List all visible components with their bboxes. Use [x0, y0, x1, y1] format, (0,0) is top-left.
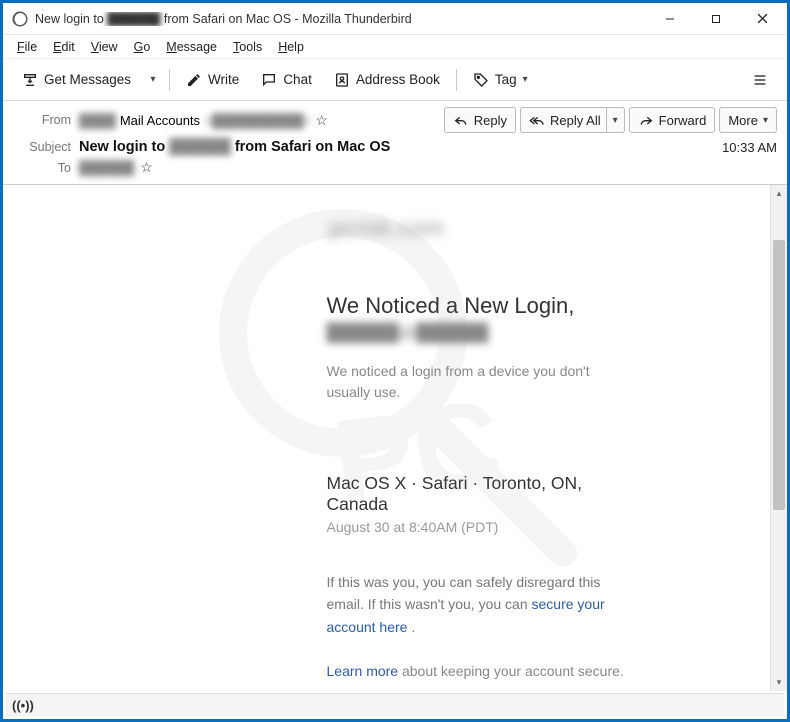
main-toolbar: Get Messages ▾ Write Chat Address Book T…	[3, 59, 787, 101]
chevron-down-icon: ▾	[151, 74, 156, 85]
mail-email-redacted: ██████@██████	[327, 323, 637, 343]
app-menu-button[interactable]	[743, 65, 777, 95]
menubar: File Edit View Go Message Tools Help	[3, 35, 787, 59]
star-contact-icon[interactable]	[315, 112, 328, 129]
from-redacted: ████	[79, 113, 116, 128]
minimize-button[interactable]	[647, 4, 693, 34]
tag-icon	[473, 72, 489, 88]
address-book-icon	[334, 72, 350, 88]
chevron-down-icon: ▾	[763, 115, 768, 126]
mail-logo-redacted: pcrisk.com	[137, 215, 637, 243]
to-label: To	[13, 161, 71, 175]
reply-all-label: Reply All	[550, 113, 601, 128]
write-label: Write	[208, 72, 239, 87]
hamburger-icon	[752, 72, 768, 88]
more-button[interactable]: More ▾	[719, 107, 777, 133]
close-button[interactable]	[739, 4, 785, 34]
address-book-label: Address Book	[356, 72, 440, 87]
menu-message[interactable]: Message	[158, 38, 225, 56]
toolbar-separator	[456, 69, 457, 91]
mail-intro-paragraph: We noticed a login from a device you don…	[327, 361, 637, 403]
window-title: New login to ██████ from Safari on Mac O…	[35, 12, 647, 26]
tag-label: Tag	[495, 72, 517, 87]
toolbar-separator	[169, 69, 170, 91]
menu-edit[interactable]: Edit	[45, 38, 83, 56]
get-messages-dropdown[interactable]: ▾	[144, 65, 162, 95]
mail-heading: We Noticed a New Login,	[327, 293, 637, 319]
mail-timestamp: August 30 at 8:40AM (PDT)	[327, 519, 637, 535]
tag-button[interactable]: Tag ▾	[464, 65, 537, 95]
window-titlebar: New login to ██████ from Safari on Mac O…	[3, 3, 787, 35]
download-icon	[22, 72, 38, 88]
from-label: From	[13, 113, 71, 127]
forward-icon	[638, 112, 654, 128]
subject-label: Subject	[13, 140, 71, 154]
mail-note-paragraph: If this was you, you can safely disregar…	[327, 571, 637, 638]
maximize-button[interactable]	[693, 4, 739, 34]
menu-help[interactable]: Help	[270, 38, 312, 56]
chat-button[interactable]: Chat	[252, 65, 321, 95]
scroll-down-arrow[interactable]: ▾	[771, 674, 787, 691]
more-label: More	[728, 113, 758, 128]
message-header: From ████ Mail Accounts <██████████> Rep…	[3, 101, 787, 185]
learn-more-link[interactable]: Learn more	[327, 663, 399, 679]
app-icon	[11, 10, 29, 28]
pencil-icon	[186, 72, 202, 88]
from-address-redacted: <██████████>	[204, 113, 311, 128]
to-redacted: ██████	[79, 160, 134, 175]
address-book-button[interactable]: Address Book	[325, 65, 449, 95]
menu-go[interactable]: Go	[126, 38, 159, 56]
subject-value: New login to ██████ from Safari on Mac O…	[79, 139, 390, 155]
scroll-thumb[interactable]	[773, 240, 785, 510]
reply-all-icon	[529, 112, 545, 128]
chevron-down-icon: ▾	[613, 115, 618, 126]
mail-learn-paragraph: Learn more about keeping your account se…	[327, 660, 637, 682]
menu-view[interactable]: View	[83, 38, 126, 56]
title-redacted: ██████	[107, 12, 160, 26]
statusbar: ((•))	[6, 693, 784, 716]
menu-file[interactable]: File	[9, 38, 45, 56]
reply-icon	[453, 112, 469, 128]
activity-indicator-icon: ((•))	[12, 698, 34, 713]
message-body: pcrisk.com We Noticed a New Login, █████…	[3, 185, 770, 691]
star-recipient-icon[interactable]	[140, 159, 153, 176]
from-value: ████ Mail Accounts <██████████>	[79, 112, 328, 129]
forward-button[interactable]: Forward	[629, 107, 716, 133]
reply-all-dropdown[interactable]: ▾	[606, 108, 624, 132]
forward-label: Forward	[659, 113, 707, 128]
reply-button[interactable]: Reply	[444, 107, 516, 133]
reply-label: Reply	[474, 113, 507, 128]
menu-tools[interactable]: Tools	[225, 38, 270, 56]
subject-redacted: ██████	[169, 139, 231, 155]
chevron-down-icon: ▾	[523, 74, 528, 85]
scroll-up-arrow[interactable]: ▴	[771, 185, 787, 202]
scroll-track[interactable]	[771, 202, 787, 674]
vertical-scrollbar[interactable]: ▴ ▾	[770, 185, 787, 691]
message-time: 10:33 AM	[722, 140, 777, 155]
get-messages-button[interactable]: Get Messages	[13, 65, 140, 95]
chat-icon	[261, 72, 277, 88]
chat-label: Chat	[283, 72, 312, 87]
get-messages-label: Get Messages	[44, 72, 131, 87]
reply-all-button[interactable]: Reply All ▾	[520, 107, 625, 133]
mail-device-line: Mac OS X · Safari · Toronto, ON, Canada	[327, 473, 637, 515]
write-button[interactable]: Write	[177, 65, 248, 95]
